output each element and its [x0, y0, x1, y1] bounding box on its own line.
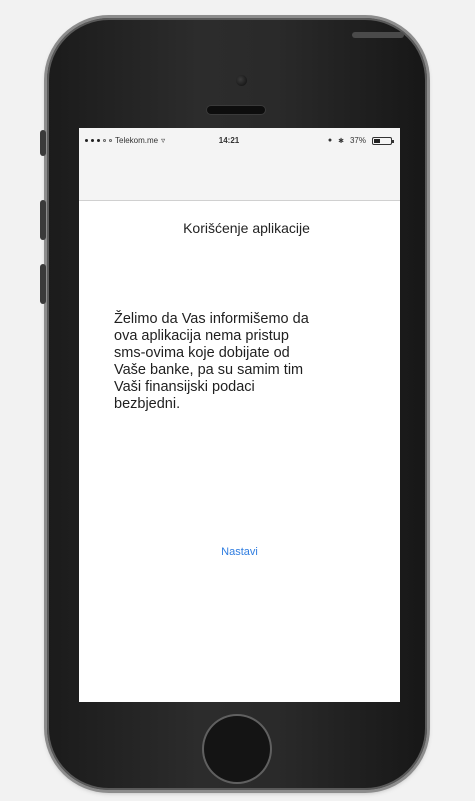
- home-button[interactable]: [204, 716, 270, 782]
- signal-bar-icon: [91, 139, 94, 142]
- location-icon: ●: [327, 137, 333, 144]
- battery-cap: [392, 139, 394, 143]
- battery-level: [374, 138, 380, 143]
- power-button: [352, 32, 404, 38]
- phone-screen: Telekom.me ▿ 14:21 ● ✱ 37% Korišćenje ap…: [79, 128, 400, 702]
- wifi-icon: ▿: [161, 136, 166, 145]
- mute-switch: [40, 130, 46, 156]
- info-message: Želimo da Vas informišemo da ova aplikac…: [114, 311, 309, 412]
- signal-bar-icon: [103, 139, 106, 142]
- continue-button[interactable]: Nastavi: [79, 546, 400, 558]
- status-time: 14:21: [218, 136, 240, 145]
- volume-down-button: [40, 264, 46, 304]
- battery-icon: [372, 136, 394, 145]
- status-right: ● ✱ 37%: [327, 136, 394, 145]
- bluetooth-icon: ✱: [338, 137, 344, 145]
- navigation-bar: [79, 166, 400, 201]
- signal-bar-icon: [109, 139, 112, 142]
- page-title: Korišćenje aplikacije: [183, 220, 310, 236]
- carrier-signal: Telekom.me ▿: [85, 136, 165, 145]
- volume-up-button: [40, 200, 46, 240]
- signal-bar-icon: [97, 139, 100, 142]
- front-camera: [236, 75, 247, 86]
- signal-bar-icon: [85, 139, 88, 142]
- stage: Telekom.me ▿ 14:21 ● ✱ 37% Korišćenje ap…: [0, 0, 475, 801]
- carrier-name: Telekom.me: [115, 136, 159, 145]
- status-bar: Telekom.me ▿ 14:21 ● ✱ 37%: [79, 128, 400, 166]
- battery-percent: 37%: [349, 136, 366, 145]
- earpiece-speaker: [207, 106, 265, 114]
